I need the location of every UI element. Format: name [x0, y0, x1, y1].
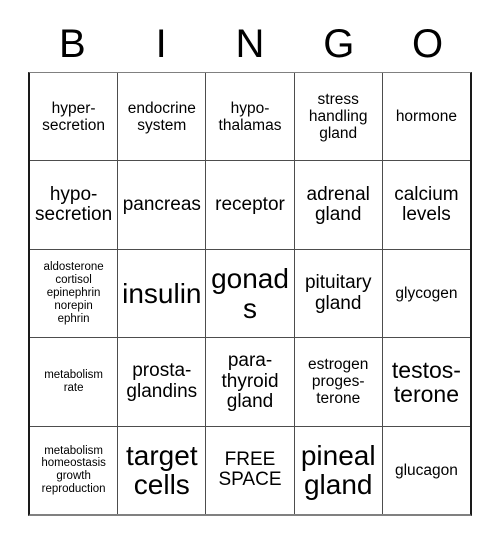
bingo-cell-label: metabolism homeostasis growth reproducti…: [41, 444, 106, 496]
bingo-cell[interactable]: receptor: [205, 161, 293, 249]
bingo-cell[interactable]: calcium levels: [381, 161, 470, 249]
bingo-row: hyper- secretion endocrine system hypo- …: [30, 73, 470, 161]
bingo-cell-label: testos- terone: [391, 356, 461, 407]
bingo-cell-label: endocrine system: [127, 99, 196, 134]
bingo-cell[interactable]: metabolism homeostasis growth reproducti…: [30, 427, 117, 514]
bingo-cell[interactable]: pituitary gland: [293, 249, 382, 338]
bingo-row: metabolism rate prosta- glandins para- t…: [30, 337, 470, 426]
bingo-cell-label: pituitary gland: [304, 272, 372, 314]
bingo-cell-label: gonads: [211, 263, 289, 324]
bingo-cell[interactable]: pineal gland: [293, 426, 382, 515]
bingo-cell[interactable]: pancreas: [117, 161, 205, 249]
bingo-row: metabolism homeostasis growth reproducti…: [30, 425, 470, 515]
bingo-cell[interactable]: stress handling gland: [293, 73, 382, 161]
bingo-cell[interactable]: metabolism rate: [30, 338, 117, 425]
bingo-header-letter-i: I: [155, 22, 167, 66]
bingo-cell-label: aldosterone cortisol epinephrin norepin …: [43, 261, 104, 325]
bingo-row: hypo- secretion pancreas receptor adrena…: [30, 160, 470, 249]
bingo-cell[interactable]: hormone: [381, 73, 470, 161]
bingo-cell-label: hypo- thalamas: [218, 99, 282, 134]
bingo-cell[interactable]: estrogen proges- terone: [293, 338, 382, 426]
bingo-cell-label: metabolism rate: [44, 369, 103, 394]
bingo-cell[interactable]: target cells: [117, 426, 205, 515]
bingo-cell-label: receptor: [215, 193, 285, 215]
bingo-cell[interactable]: endocrine system: [117, 73, 205, 161]
bingo-cell[interactable]: hypo- secretion: [30, 161, 117, 248]
bingo-cell-label: pineal gland: [300, 440, 376, 501]
bingo-header-letter-o: O: [412, 22, 444, 66]
bingo-cell[interactable]: prosta- glandins: [117, 338, 205, 426]
bingo-grid: hyper- secretion endocrine system hypo- …: [28, 72, 472, 516]
bingo-cell[interactable]: glycogen: [381, 249, 470, 338]
bingo-cell-label: FREE SPACE: [218, 448, 282, 491]
bingo-free-space-cell[interactable]: FREE SPACE: [205, 426, 293, 515]
bingo-cell-label: pancreas: [122, 193, 201, 215]
bingo-cell-label: stress handling gland: [308, 91, 368, 143]
bingo-cell[interactable]: insulin: [117, 249, 205, 338]
bingo-header-letter-b: B: [59, 22, 86, 66]
bingo-cell-label: hypo- secretion: [35, 183, 113, 226]
bingo-cell-label: hyper- secretion: [42, 99, 106, 134]
bingo-cell-label: calcium levels: [394, 183, 459, 226]
bingo-cell[interactable]: gonads: [205, 249, 293, 338]
bingo-cell-label: para- thyroid gland: [221, 350, 279, 413]
bingo-cell[interactable]: aldosterone cortisol epinephrin norepin …: [30, 250, 117, 337]
bingo-cell-label: insulin: [122, 277, 202, 309]
bingo-cell-label: target cells: [126, 440, 198, 501]
bingo-cell-label: hormone: [395, 108, 457, 126]
bingo-header-letter-n: N: [235, 22, 265, 66]
bingo-card: B I N G O hyper- secretion endocrine sys…: [0, 0, 500, 544]
bingo-cell[interactable]: para- thyroid gland: [205, 338, 293, 426]
bingo-cell-label: adrenal gland: [306, 183, 370, 226]
bingo-cell[interactable]: hypo- thalamas: [205, 73, 293, 161]
bingo-cell-label: glycogen: [395, 284, 458, 302]
bingo-header-letter-g: G: [323, 22, 355, 66]
bingo-header: B I N G O: [28, 16, 472, 72]
bingo-cell[interactable]: testos- terone: [381, 338, 470, 426]
bingo-cell[interactable]: glucagon: [381, 426, 470, 515]
bingo-cell-label: glucagon: [394, 461, 458, 479]
bingo-cell-label: prosta- glandins: [126, 360, 198, 402]
bingo-row: aldosterone cortisol epinephrin norepin …: [30, 248, 470, 338]
bingo-cell-label: estrogen proges- terone: [308, 356, 369, 408]
bingo-cell[interactable]: adrenal gland: [293, 161, 382, 249]
bingo-cell[interactable]: hyper- secretion: [30, 73, 117, 160]
